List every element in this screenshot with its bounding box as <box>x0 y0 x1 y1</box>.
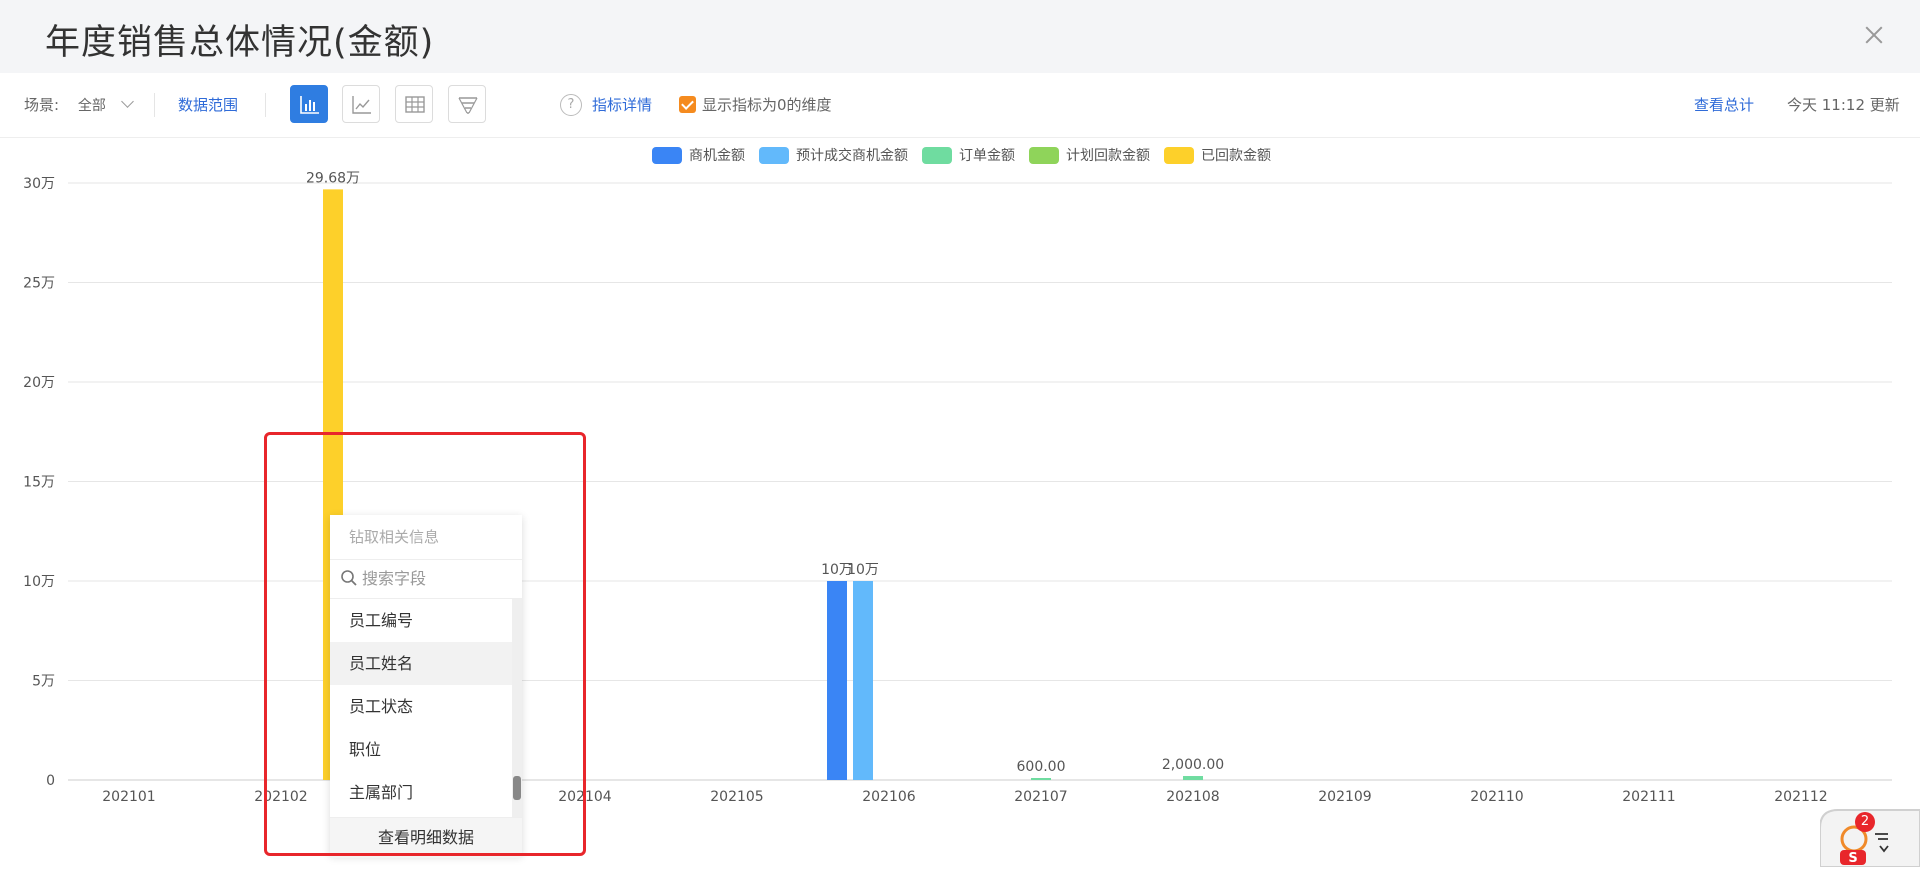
list-item[interactable]: 员工编号 <box>330 599 522 642</box>
y-tick-label: 25万 <box>23 276 55 292</box>
funnel-view-button[interactable] <box>448 85 486 123</box>
search-input[interactable]: 搜索字段 <box>330 560 522 599</box>
y-tick-label: 0 <box>46 773 55 789</box>
table-icon <box>405 96 425 113</box>
x-tick-label: 202106 <box>862 789 916 805</box>
bar-chart: 0 5万 10万 15万 20万 25万 30万 202101 202102 29.68万 2021… <box>23 170 1892 805</box>
bar-订单金额 <box>1031 778 1051 780</box>
metric-detail-label: 指标详情 <box>592 96 653 114</box>
bar-订单金额 <box>1183 776 1203 780</box>
x-tick-label: 202108 <box>1166 789 1219 805</box>
bar-chart-view-button[interactable] <box>290 85 328 123</box>
page-title: 年度销售总体情况(金额) <box>45 23 435 63</box>
toolbar: 场景: 全部 数据范围 ? 指标详情 显示指标为0的维度 查看总计 今天 11:… <box>0 73 1920 138</box>
chevron-down-icon <box>120 95 134 108</box>
data-label: 2,000.00 <box>1162 757 1224 773</box>
table-view-button[interactable] <box>395 85 433 123</box>
field-list: 员工编号 员工姓名 员工状态 职位 主属部门 <box>330 599 522 817</box>
metric-detail-link[interactable]: ? 指标详情 <box>560 73 652 137</box>
search-icon <box>341 569 357 586</box>
divider <box>154 93 155 117</box>
svg-text:S: S <box>1848 851 1857 866</box>
x-tick-label: 202104 <box>558 789 612 805</box>
update-time: 今天 11:12 更新 <box>1787 96 1900 114</box>
x-tick-label: 202102 <box>254 789 307 805</box>
list-item[interactable]: 职位 <box>330 728 522 771</box>
x-tick-label: 202110 <box>1470 789 1523 805</box>
drill-down-popup: 钻取相关信息 搜索字段 员工编号 员工姓名 员工状态 职位 主属部门 查看明细数… <box>330 515 522 858</box>
scene-label: 场景: <box>24 96 60 114</box>
list-item[interactable]: 主属部门 <box>330 771 522 814</box>
scene-value: 全部 <box>77 98 106 114</box>
list-item[interactable]: 员工状态 <box>330 685 522 728</box>
x-tick-label: 202105 <box>710 789 763 805</box>
x-tick-label: 202111 <box>1622 789 1675 805</box>
search-placeholder: 搜索字段 <box>362 569 427 588</box>
y-tick-label: 15万 <box>23 475 55 491</box>
bar-商机金额 <box>827 581 847 780</box>
scrollbar[interactable] <box>512 599 522 817</box>
list-item[interactable]: 员工姓名 <box>330 642 522 685</box>
dialog-header: 年度销售总体情况(金额) <box>0 0 1920 73</box>
y-tick-label: 5万 <box>32 674 55 690</box>
y-tick-label: 10万 <box>23 574 55 590</box>
divider <box>265 93 266 117</box>
show-zero-checkbox[interactable]: 显示指标为0的维度 <box>679 73 832 137</box>
scene-selector[interactable]: 场景: 全部 <box>24 73 134 137</box>
funnel-icon <box>458 97 478 114</box>
y-tick-label: 30万 <box>23 176 55 192</box>
x-tick-label: 202101 <box>102 789 155 805</box>
data-label: 600.00 <box>1017 759 1066 775</box>
data-range-link[interactable]: 数据范围 <box>178 73 238 137</box>
x-tick-label: 202107 <box>1014 789 1067 805</box>
bar-chart-icon <box>300 96 319 114</box>
x-tick-label: 202109 <box>1318 789 1371 805</box>
data-label: 29.68万 <box>306 170 360 186</box>
close-icon[interactable] <box>1856 18 1892 54</box>
question-icon: ? <box>560 93 582 116</box>
view-total-link[interactable]: 查看总计 <box>1694 73 1754 137</box>
notification-badge: 2 <box>1855 812 1875 832</box>
line-chart-icon <box>352 96 371 114</box>
line-chart-view-button[interactable] <box>342 85 380 123</box>
scrollbar-thumb[interactable] <box>513 776 521 800</box>
popup-header: 钻取相关信息 <box>330 515 522 560</box>
show-zero-label: 显示指标为0的维度 <box>702 96 832 114</box>
checkbox-checked-icon <box>679 96 696 113</box>
bar-预计成交商机金额 <box>853 581 873 780</box>
view-detail-button[interactable]: 查看明细数据 <box>330 817 522 858</box>
data-label: 10万 <box>847 562 879 578</box>
y-tick-label: 20万 <box>23 375 55 391</box>
x-tick-label: 202112 <box>1774 789 1827 805</box>
